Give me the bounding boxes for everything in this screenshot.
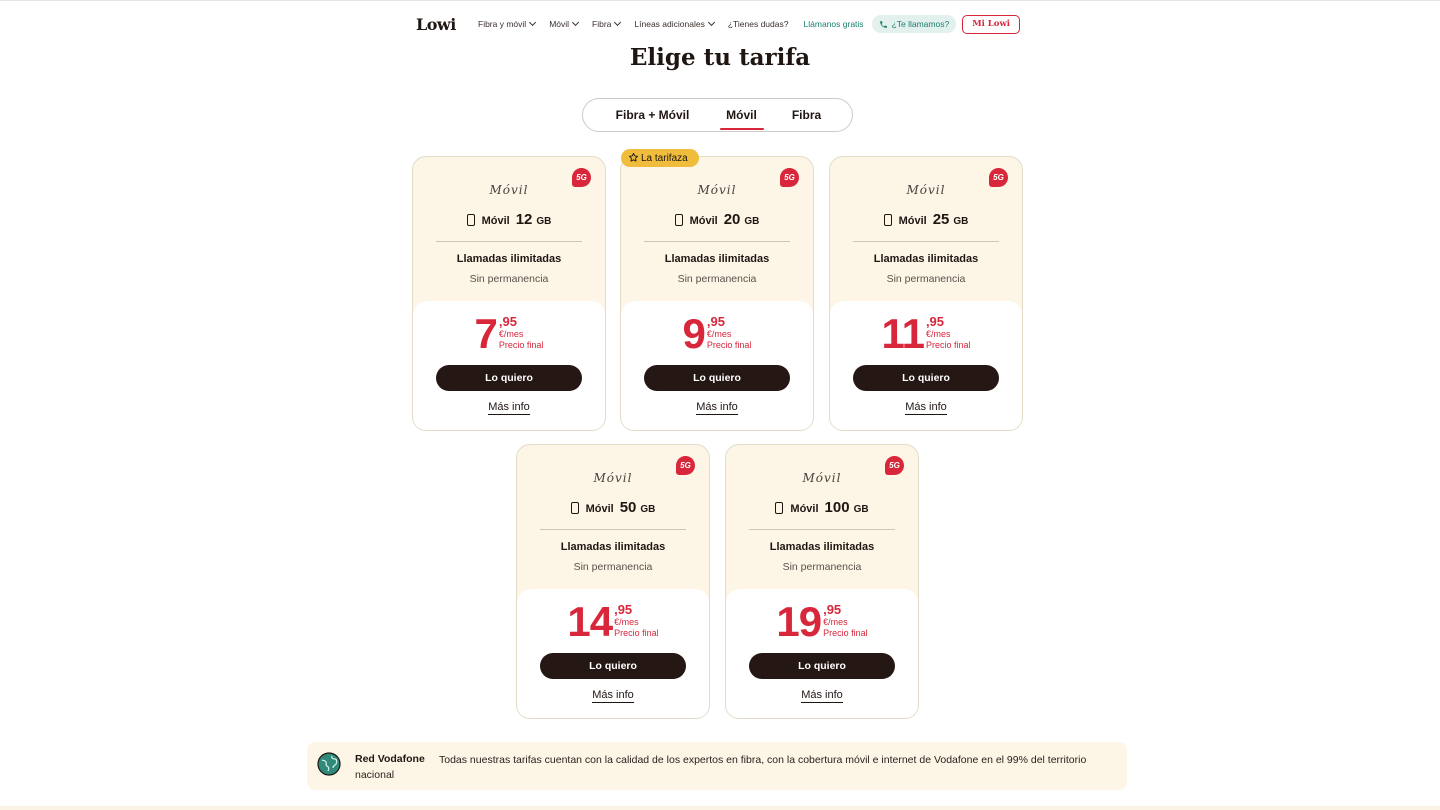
plan-data-amount: 25 — [932, 211, 950, 228]
divider — [436, 241, 582, 242]
tariff-card-featured: La tarifaza 5G Móvil Móvil 20 GB Llamada… — [620, 149, 814, 431]
plan-data-amount: 20 — [723, 211, 741, 228]
tariff-card: 5G Móvil Móvil 12 GB Llamadas ilimitadas… — [412, 156, 606, 431]
banner-text: Todas nuestras tarifas cuentan con la ca… — [355, 754, 1087, 781]
smartphone-icon — [570, 501, 579, 514]
nav-movil[interactable]: Móvil — [549, 18, 580, 29]
plan-name: Móvil 100 GB — [726, 499, 918, 516]
lo-quiero-button[interactable]: Lo quiero — [540, 653, 686, 679]
chevron-down-icon — [614, 18, 622, 27]
smartphone-icon — [883, 213, 892, 226]
top-border — [0, 0, 1440, 1]
featured-badge: La tarifaza — [621, 149, 699, 167]
calls-label: Llamadas ilimitadas — [873, 253, 979, 265]
tariff-card: 5G Móvil Móvil 25 GB Llamadas ilimitadas… — [829, 156, 1023, 431]
tab-movil[interactable]: Móvil — [712, 104, 772, 130]
permanence-label: Sin permanencia — [573, 561, 653, 573]
vodafone-network-banner: Red Vodafone Todas nuestras tarifas cuen… — [307, 742, 1127, 790]
calls-label: Llamadas ilimitadas — [560, 541, 666, 553]
plan-name: Móvil 25 GB — [830, 211, 1022, 228]
divider — [540, 529, 686, 530]
divider — [853, 241, 999, 242]
page-title: Elige tu tarifa — [629, 44, 811, 71]
nav-lineas-adicionales[interactable]: Líneas adicionales — [634, 18, 715, 29]
price: 19 ,95 €/mes Precio final — [776, 598, 868, 645]
call-free-link[interactable]: Llámanos gratis — [804, 19, 864, 29]
price: 7 ,95 €/mes Precio final — [474, 310, 544, 357]
smartphone-icon — [674, 213, 683, 226]
star-icon — [629, 152, 638, 162]
price: 9 ,95 €/mes Precio final — [682, 310, 752, 357]
callback-button[interactable]: ¿Te llamamos? — [871, 15, 957, 33]
smartphone-icon — [775, 501, 784, 514]
mi-lowi-button[interactable]: Mi Lowi — [962, 14, 1020, 34]
plan-name: Móvil 20 GB — [621, 211, 813, 228]
price: 14 ,95 €/mes Precio final — [567, 598, 659, 645]
nav-tienes-dudas[interactable]: ¿Tienes dudas? — [728, 19, 789, 29]
calls-label: Llamadas ilimitadas — [456, 253, 562, 265]
smartphone-icon — [466, 213, 475, 226]
main-nav: Fibra y móvil Móvil Fibra Líneas adicion… — [478, 18, 789, 29]
phone-icon — [879, 20, 887, 28]
plan-data-amount: 50 — [619, 499, 637, 516]
plan-name: Móvil 50 GB — [517, 499, 709, 516]
lowi-logo[interactable]: Lowi — [416, 15, 474, 34]
plan-data-amount: 100 — [824, 499, 850, 516]
permanence-label: Sin permanencia — [677, 273, 757, 285]
lo-quiero-button[interactable]: Lo quiero — [644, 365, 790, 391]
tab-fibra[interactable]: Fibra — [772, 104, 842, 126]
card-script-label: Móvil — [802, 471, 842, 485]
calls-label: Llamadas ilimitadas — [664, 253, 770, 265]
permanence-label: Sin permanencia — [782, 561, 862, 573]
plan-data-amount: 12 — [515, 211, 533, 228]
nav-fibra-movil[interactable]: Fibra y móvil — [478, 18, 537, 29]
bottom-strip — [0, 806, 1440, 810]
card-price-area: 19 ,95 €/mes Precio final Lo quiero Más … — [726, 589, 918, 718]
tariff-card: 5G Móvil Móvil 50 GB Llamadas ilimitadas… — [516, 444, 710, 719]
chevron-down-icon — [529, 18, 537, 27]
card-price-area: 14 ,95 €/mes Precio final Lo quiero Más … — [517, 589, 709, 718]
mas-info-link[interactable]: Más info — [830, 401, 1022, 415]
card-script-label: Móvil — [697, 183, 737, 197]
mas-info-link[interactable]: Más info — [726, 689, 918, 703]
calls-label: Llamadas ilimitadas — [769, 541, 875, 553]
divider — [644, 241, 790, 242]
permanence-label: Sin permanencia — [886, 273, 966, 285]
lo-quiero-button[interactable]: Lo quiero — [853, 365, 999, 391]
plan-name: Móvil 12 GB — [413, 211, 605, 228]
tab-fibra-movil[interactable]: Fibra + Móvil — [594, 104, 712, 126]
permanence-label: Sin permanencia — [469, 273, 549, 285]
site-header: Lowi Fibra y móvil Móvil Fibra Líneas ad… — [416, 12, 1020, 36]
mas-info-link[interactable]: Más info — [413, 401, 605, 415]
chevron-down-icon — [707, 18, 715, 27]
card-script-label: Móvil — [593, 471, 633, 485]
lo-quiero-button[interactable]: Lo quiero — [436, 365, 582, 391]
card-script-label: Móvil — [489, 183, 529, 197]
chevron-down-icon — [571, 18, 580, 27]
tariff-tabs: Fibra + Móvil Móvil Fibra — [582, 98, 853, 132]
globe-icon — [317, 752, 341, 776]
mas-info-link[interactable]: Más info — [621, 401, 813, 415]
nav-fibra[interactable]: Fibra — [592, 18, 622, 29]
card-price-area: 9 ,95 €/mes Precio final Lo quiero Más i… — [621, 301, 813, 430]
price: 11 ,95 €/mes Precio final — [881, 310, 971, 357]
mas-info-link[interactable]: Más info — [517, 689, 709, 703]
card-price-area: 11 ,95 €/mes Precio final Lo quiero Más … — [830, 301, 1022, 430]
divider — [749, 529, 895, 530]
lo-quiero-button[interactable]: Lo quiero — [749, 653, 895, 679]
header-actions: Llámanos gratis ¿Te llamamos? Mi Lowi — [804, 14, 1020, 34]
card-price-area: 7 ,95 €/mes Precio final Lo quiero Más i… — [413, 301, 605, 430]
tariff-card: 5G Móvil Móvil 100 GB Llamadas ilimitada… — [725, 444, 919, 719]
card-script-label: Móvil — [906, 183, 946, 197]
